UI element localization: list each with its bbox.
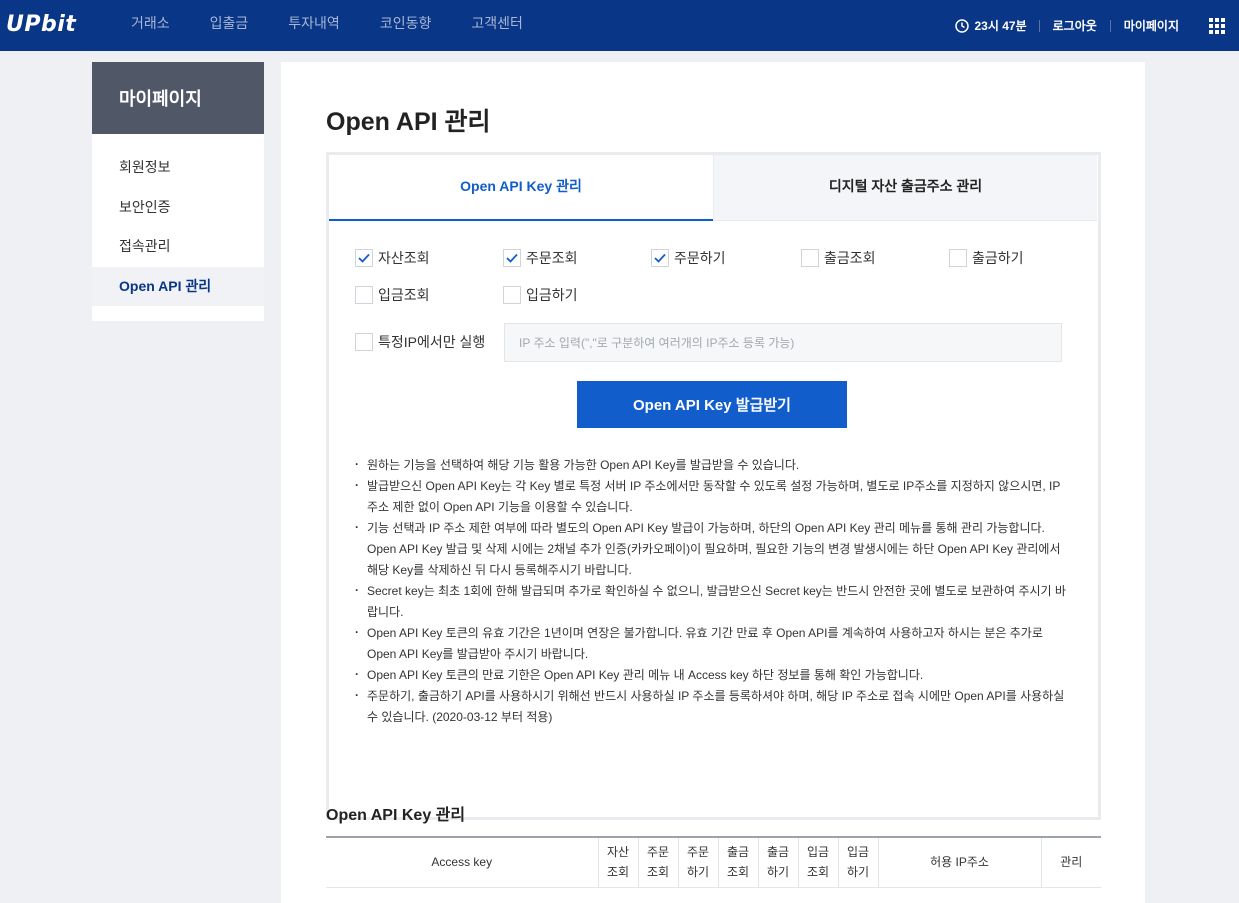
col-access-key: Access key — [326, 837, 598, 888]
header-text: 하기 — [686, 865, 710, 880]
col-allowed-ip: 허용 IP주소 — [877, 837, 1041, 888]
tab-withdraw-address[interactable]: 디지털 자산 출금주소 관리 — [713, 155, 1097, 221]
header-text: 입금 — [846, 845, 870, 860]
header-text: Access key — [431, 855, 493, 870]
header-text: 자산 — [606, 845, 630, 860]
checkmark-icon — [654, 253, 666, 263]
header-text: 허용 IP주소 — [930, 855, 989, 870]
ip-address-input[interactable] — [504, 323, 1062, 362]
checkbox-box[interactable] — [801, 249, 819, 267]
checkmark-icon — [506, 253, 518, 263]
key-section-title: Open API Key 관리 — [326, 807, 466, 824]
nav-coin-trends[interactable]: 코인동향 — [360, 0, 452, 51]
header-text: 조회 — [806, 865, 830, 880]
main-nav: 거래소 입출금 투자내역 코인동향 고객센터 — [110, 0, 543, 51]
checkbox-order-place[interactable]: 주문하기 — [651, 248, 726, 268]
col-withdraw-view: 출금조회 — [717, 837, 758, 888]
main-content: Open API 관리 Open API Key 관리 디지털 자산 출금주소 … — [281, 62, 1145, 903]
sidebar-item-member-info[interactable]: 회원정보 — [92, 148, 264, 188]
checkbox-deposit-view[interactable]: 입금조회 — [355, 285, 430, 305]
checkbox-withdraw[interactable]: 출금하기 — [949, 248, 1024, 268]
notice-item: Secret key는 최초 1회에 한해 발급되며 추가로 확인하실 수 없으… — [353, 580, 1069, 623]
clock-text: 23시 47분 — [974, 19, 1027, 33]
col-deposit-view: 입금조회 — [797, 837, 838, 888]
notice-item: 주문하기, 출금하기 API를 사용하시기 위해선 반드시 사용하실 IP 주소… — [353, 685, 1069, 728]
checkbox-box[interactable] — [949, 249, 967, 267]
sidebar-item-security[interactable]: 보안인증 — [92, 188, 264, 228]
checkbox-box[interactable] — [355, 333, 373, 351]
api-panel: Open API Key 관리 디지털 자산 출금주소 관리 자산조회 주문조회… — [326, 152, 1101, 820]
issue-api-key-button[interactable]: Open API Key 발급받기 — [577, 381, 847, 428]
checkbox-label: 출금조회 — [824, 250, 876, 266]
col-order-view: 주문조회 — [637, 837, 678, 888]
header-text: 하기 — [766, 865, 790, 880]
header-text: 조회 — [726, 865, 750, 880]
col-manage: 관리 — [1040, 837, 1101, 888]
checkbox-box[interactable] — [503, 286, 521, 304]
header-text: 입금 — [806, 845, 830, 860]
notice-item: 원하는 기능을 선택하여 해당 기능 활용 가능한 Open API Key를 … — [353, 454, 1069, 476]
checkmark-icon — [358, 253, 370, 263]
api-key-table: Access key 자산조회 주문조회 주문하기 출금조회 출금하기 입금조회… — [326, 836, 1101, 888]
col-withdraw: 출금하기 — [757, 837, 798, 888]
checkbox-withdraw-view[interactable]: 출금조회 — [801, 248, 876, 268]
tab-api-key[interactable]: Open API Key 관리 — [329, 155, 713, 221]
checkbox-label: 주문하기 — [674, 250, 726, 266]
notice-list: 원하는 기능을 선택하여 해당 기능 활용 가능한 Open API Key를 … — [353, 454, 1069, 728]
mypage-link[interactable]: 마이페이지 — [1111, 17, 1199, 34]
apps-grid-icon[interactable] — [1209, 17, 1225, 34]
checkbox-ip-only[interactable]: 특정IP에서만 실행 — [355, 332, 485, 352]
sidebar: 마이페이지 회원정보 보안인증 접속관리 Open API 관리 — [92, 62, 264, 321]
header-text: 조회 — [606, 865, 630, 880]
col-asset-view: 자산조회 — [597, 837, 638, 888]
col-deposit: 입금하기 — [837, 837, 878, 888]
table-header-row: Access key 자산조회 주문조회 주문하기 출금조회 출금하기 입금조회… — [326, 837, 1101, 888]
header-text: 하기 — [846, 865, 870, 880]
checkbox-deposit[interactable]: 입금하기 — [503, 285, 578, 305]
nav-investments[interactable]: 투자내역 — [268, 0, 360, 51]
header-text: 출금 — [766, 845, 790, 860]
checkbox-label: 특정IP에서만 실행 — [378, 334, 486, 350]
tabs: Open API Key 관리 디지털 자산 출금주소 관리 — [329, 155, 1098, 221]
notice-item: 발급받으신 Open API Key는 각 Key 별로 특정 서버 IP 주소… — [353, 475, 1069, 518]
checkbox-box[interactable] — [355, 249, 373, 267]
checkbox-box[interactable] — [651, 249, 669, 267]
sidebar-item-open-api[interactable]: Open API 관리 — [92, 266, 264, 306]
header-text: 주문 — [686, 845, 710, 860]
checkbox-label: 입금하기 — [526, 287, 578, 303]
header-text: 출금 — [726, 845, 750, 860]
nav-exchange[interactable]: 거래소 — [110, 0, 190, 51]
checkbox-box[interactable] — [503, 249, 521, 267]
top-header: UPbit 거래소 입출금 투자내역 코인동향 고객센터 23시 47분 로그아… — [0, 0, 1239, 51]
checkbox-order-view[interactable]: 주문조회 — [503, 248, 578, 268]
page-title: Open API 관리 — [326, 108, 491, 136]
checkbox-label: 주문조회 — [526, 250, 578, 266]
clock-icon — [954, 18, 969, 33]
header-text: 조회 — [646, 865, 670, 880]
checkbox-box[interactable] — [355, 286, 373, 304]
checkbox-label: 입금조회 — [378, 287, 430, 303]
sidebar-title: 마이페이지 — [92, 62, 264, 134]
notice-item: Open API Key 토큰의 만료 기한은 Open API Key 관리 … — [353, 664, 1069, 686]
notice-item: Open API Key 토큰의 유효 기간은 1년이며 연장은 불가합니다. … — [353, 622, 1069, 665]
notice-item: 기능 선택과 IP 주소 제한 여부에 따라 별도의 Open API Key … — [353, 517, 1069, 581]
logout-link[interactable]: 로그아웃 — [1040, 17, 1110, 34]
header-text: 주문 — [646, 845, 670, 860]
nav-support[interactable]: 고객센터 — [451, 0, 543, 51]
checkbox-label: 출금하기 — [972, 250, 1024, 266]
checkbox-asset-view[interactable]: 자산조회 — [355, 248, 430, 268]
upbit-logo[interactable]: UPbit — [6, 12, 76, 37]
session-clock: 23시 47분 — [954, 17, 1039, 34]
header-right: 23시 47분 로그아웃 마이페이지 — [954, 0, 1225, 51]
checkbox-label: 자산조회 — [378, 250, 430, 266]
nav-deposit-withdraw[interactable]: 입출금 — [190, 0, 269, 51]
sidebar-menu: 회원정보 보안인증 접속관리 Open API 관리 — [92, 134, 264, 306]
header-text: 관리 — [1060, 855, 1083, 870]
sidebar-item-access[interactable]: 접속관리 — [92, 227, 264, 267]
col-order-place: 주문하기 — [677, 837, 718, 888]
